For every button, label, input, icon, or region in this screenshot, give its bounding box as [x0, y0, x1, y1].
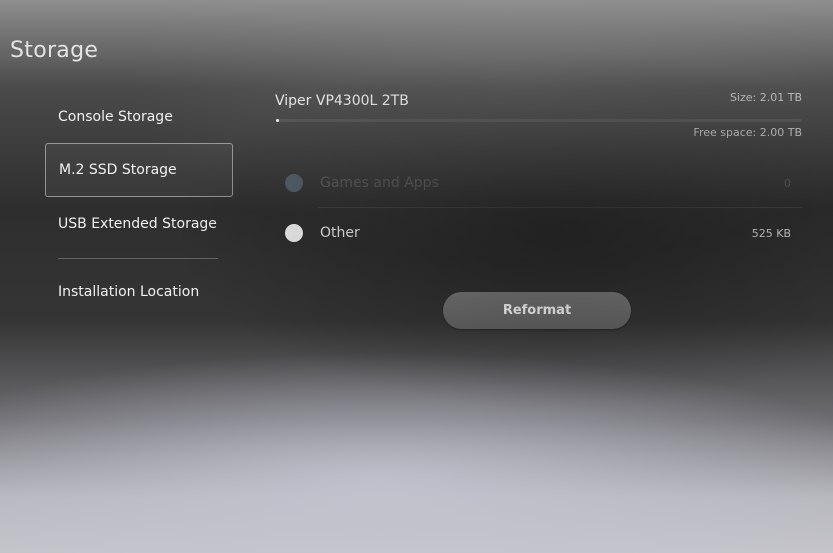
usage-value: 0	[784, 176, 791, 190]
usage-label: Other	[320, 225, 360, 241]
usage-row-other[interactable]: Other 525 KB	[285, 221, 805, 245]
usage-row-games-and-apps: Games and Apps 0	[285, 171, 805, 195]
sidebar-item-installation-location[interactable]: Installation Location	[45, 265, 233, 319]
storage-usage-bar	[276, 119, 802, 122]
reformat-button[interactable]: Reformat	[443, 292, 631, 329]
games-apps-color-dot	[285, 174, 303, 192]
sidebar-item-m2-ssd-storage[interactable]: M.2 SSD Storage	[45, 143, 233, 197]
sidebar-item-label: Installation Location	[58, 284, 200, 300]
storage-usage-fill	[276, 119, 279, 122]
free-space: Free space: 2.00 TB	[693, 126, 802, 139]
sidebar-item-label: M.2 SSD Storage	[59, 162, 177, 178]
sidebar-divider	[58, 258, 218, 259]
other-color-dot	[285, 224, 303, 242]
sidebar-item-usb-extended-storage[interactable]: USB Extended Storage	[45, 197, 233, 251]
sidebar-item-label: Console Storage	[58, 109, 173, 125]
usage-label: Games and Apps	[320, 175, 439, 191]
sidebar-item-console-storage[interactable]: Console Storage	[45, 90, 233, 144]
usage-value: 525 KB	[751, 226, 791, 240]
drive-name: Viper VP4300L 2TB	[275, 93, 409, 109]
storage-screen: Storage Console Storage M.2 SSD Storage …	[0, 0, 833, 553]
drive-size: Size: 2.01 TB	[729, 91, 802, 104]
page-title: Storage	[10, 38, 99, 63]
usage-divider	[318, 207, 802, 208]
sidebar-item-label: USB Extended Storage	[58, 216, 217, 232]
